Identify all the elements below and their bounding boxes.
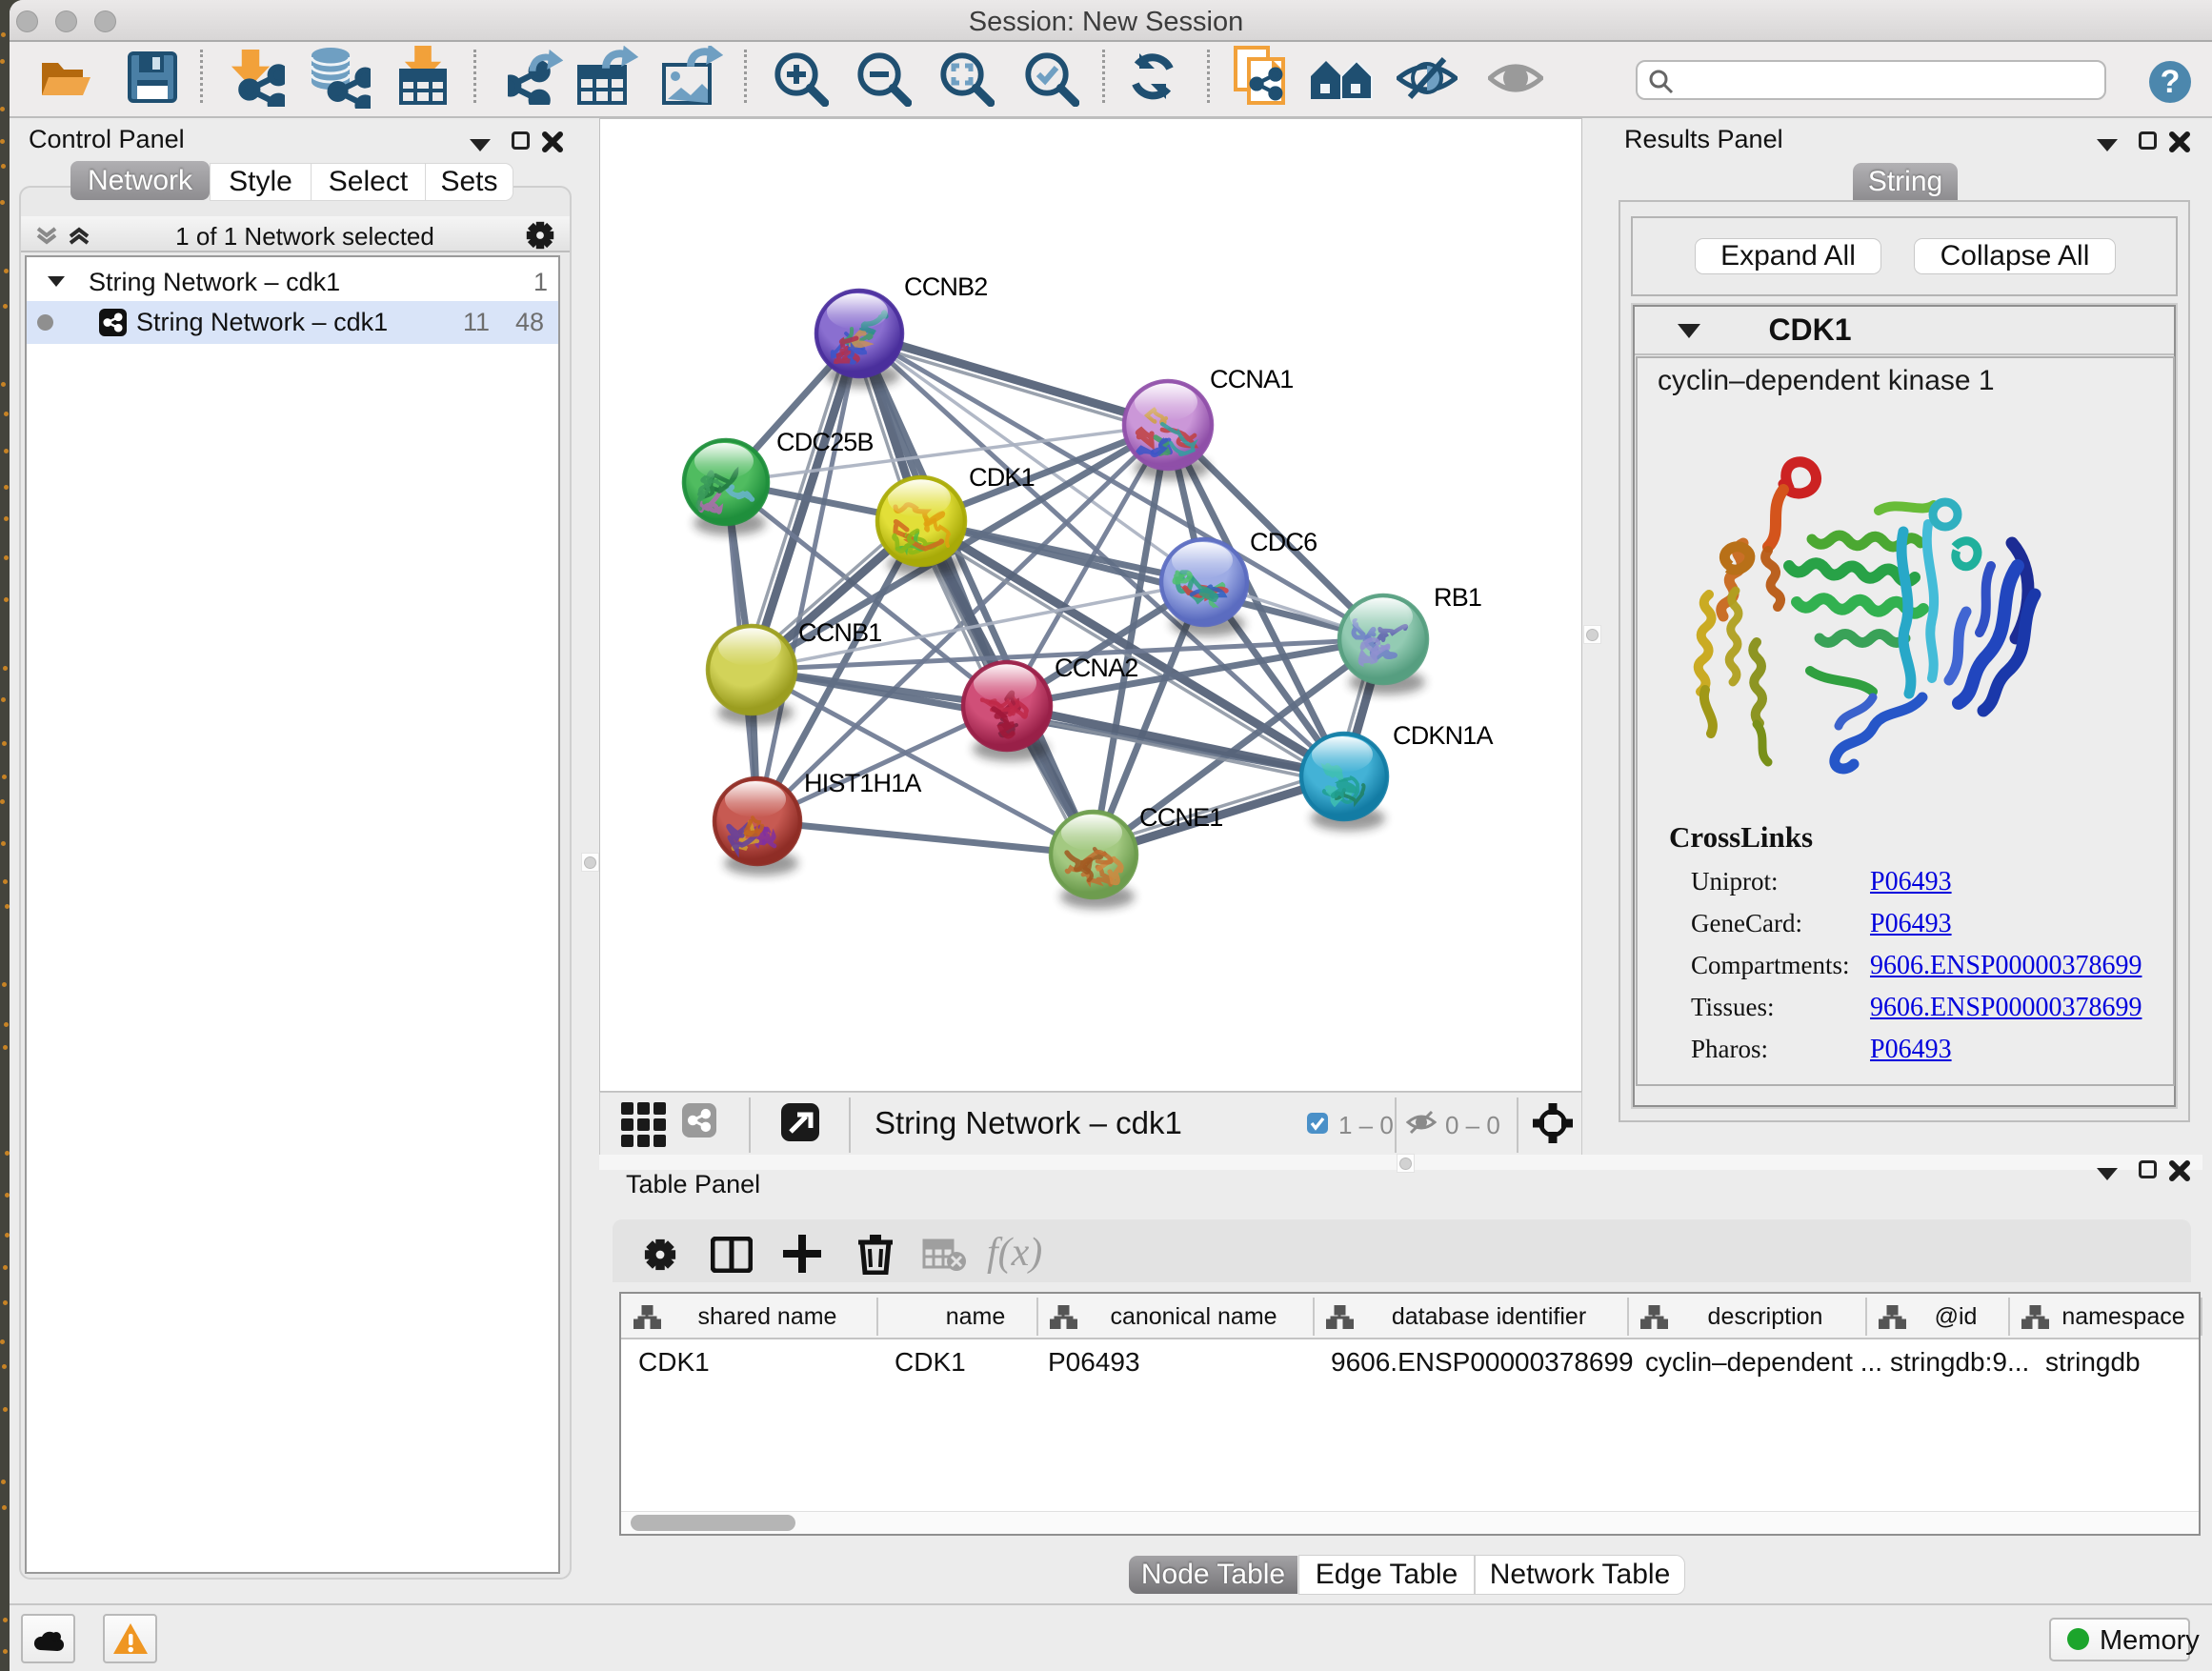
- svg-text:CDK1: CDK1: [969, 463, 1035, 492]
- svg-text:CCNE1: CCNE1: [1139, 803, 1223, 832]
- svg-text:CCNB2: CCNB2: [904, 272, 988, 301]
- svg-text:CCNA1: CCNA1: [1210, 365, 1294, 393]
- svg-text:HIST1H1A: HIST1H1A: [804, 769, 921, 797]
- svg-text:CDKN1A: CDKN1A: [1393, 721, 1494, 750]
- svg-text:CDC6: CDC6: [1250, 528, 1317, 556]
- svg-text:CDC25B: CDC25B: [776, 428, 874, 456]
- svg-text:RB1: RB1: [1434, 583, 1481, 612]
- svg-text:CCNA2: CCNA2: [1055, 654, 1138, 682]
- svg-text:CCNB1: CCNB1: [798, 618, 882, 647]
